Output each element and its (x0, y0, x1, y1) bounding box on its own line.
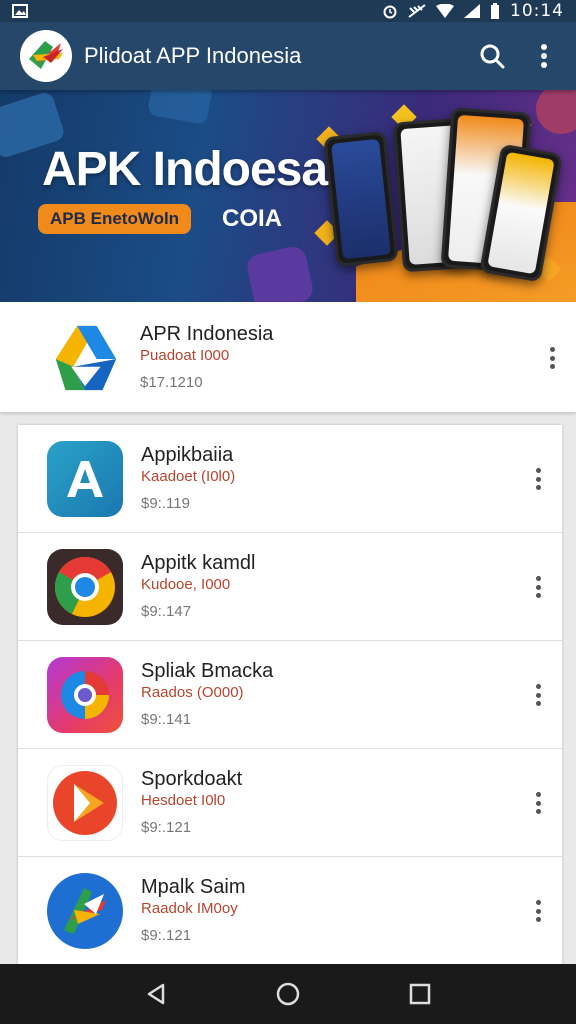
app-price: $9:.121 (141, 819, 192, 836)
promo-banner[interactable]: APK Indoesa APB EnetoWoln COIA (0, 90, 576, 302)
battery-icon (491, 3, 499, 19)
system-nav-bar (0, 964, 576, 1024)
banner-pill: APB EnetoWoln (38, 204, 192, 234)
banner-decor-circle (536, 90, 576, 134)
home-icon[interactable] (268, 974, 308, 1014)
app-publisher: Raados (O000) (141, 684, 244, 701)
app-logo-icon[interactable] (20, 30, 72, 82)
app-price: $17.1210 (140, 374, 203, 391)
app-publisher: Kaadoet (I0l0) (141, 468, 236, 485)
arrow-logo-icon (47, 873, 123, 949)
app-name: Appikbaiia (141, 444, 234, 466)
signal-icon (464, 4, 480, 18)
data-off-icon (408, 4, 426, 18)
banner-decor-tile (244, 244, 316, 302)
status-bar: 10:14 (0, 0, 576, 22)
banner-decor-tile (146, 90, 214, 125)
app-name: Mpalk Saim (141, 876, 246, 898)
more-vert-icon[interactable] (528, 40, 560, 72)
back-icon[interactable] (136, 974, 176, 1014)
app-bar-title: Plidoat APP Indonesia (84, 43, 302, 68)
app-list-card: Appikbaiia Kaadoet (I0l0) $9:.119 Appitk… (18, 425, 562, 965)
list-item[interactable]: Mpalk Saim Raadok IM0oy $9:.121 (18, 857, 562, 965)
wifi-icon (436, 4, 454, 18)
alarm-icon (383, 5, 397, 19)
app-price: $9:.147 (141, 603, 192, 620)
more-vert-icon[interactable] (546, 343, 558, 373)
search-icon[interactable] (476, 40, 508, 72)
more-vert-icon[interactable] (532, 572, 544, 602)
recents-icon[interactable] (400, 974, 440, 1014)
app-name: Spliak Bmacka (141, 660, 274, 682)
app-price: $9:.119 (141, 495, 190, 512)
banner-title: APK Indoesa (42, 143, 328, 196)
a-letter-icon (47, 441, 123, 517)
app-publisher: Puadoat I000 (140, 347, 230, 364)
image-notification-icon (12, 4, 28, 18)
more-vert-icon[interactable] (532, 788, 544, 818)
app-price: $9:.141 (141, 711, 192, 728)
app-bar: Plidoat APP Indonesia (0, 22, 576, 90)
swirl-icon (47, 657, 123, 733)
app-name: Appitk kamdl (141, 552, 256, 574)
list-item[interactable]: Appikbaiia Kaadoet (I0l0) $9:.119 (18, 425, 562, 533)
list-item[interactable]: Sporkdoakt Hesdoet I0l0 $9:.121 (18, 749, 562, 857)
app-price: $9:.121 (141, 927, 192, 944)
list-item[interactable]: Spliak Bmacka Raados (O000) $9:.141 (18, 641, 562, 749)
app-publisher: Hesdoet I0l0 (141, 792, 226, 809)
chrome-style-icon (47, 549, 123, 625)
banner-pill-suffix: COIA (222, 205, 282, 232)
featured-app-row[interactable]: APR Indonesia Puadoat I000 $17.1210 (0, 302, 576, 412)
banner-phone (323, 131, 399, 267)
more-vert-icon[interactable] (532, 680, 544, 710)
more-vert-icon[interactable] (532, 896, 544, 926)
clock: 10:14 (510, 1, 564, 21)
app-name: Sporkdoakt (141, 768, 243, 790)
more-vert-icon[interactable] (532, 464, 544, 494)
list-item[interactable]: Appitk kamdl Kudooe, I000 $9:.147 (18, 533, 562, 641)
play-icon (47, 765, 123, 841)
app-publisher: Raadok IM0oy (141, 900, 238, 917)
list-item[interactable]: APR Indonesia Puadoat I000 $17.1210 (0, 304, 576, 412)
app-publisher: Kudooe, I000 (141, 576, 231, 593)
app-name: APR Indonesia (140, 323, 274, 345)
drive-style-icon (46, 320, 122, 396)
